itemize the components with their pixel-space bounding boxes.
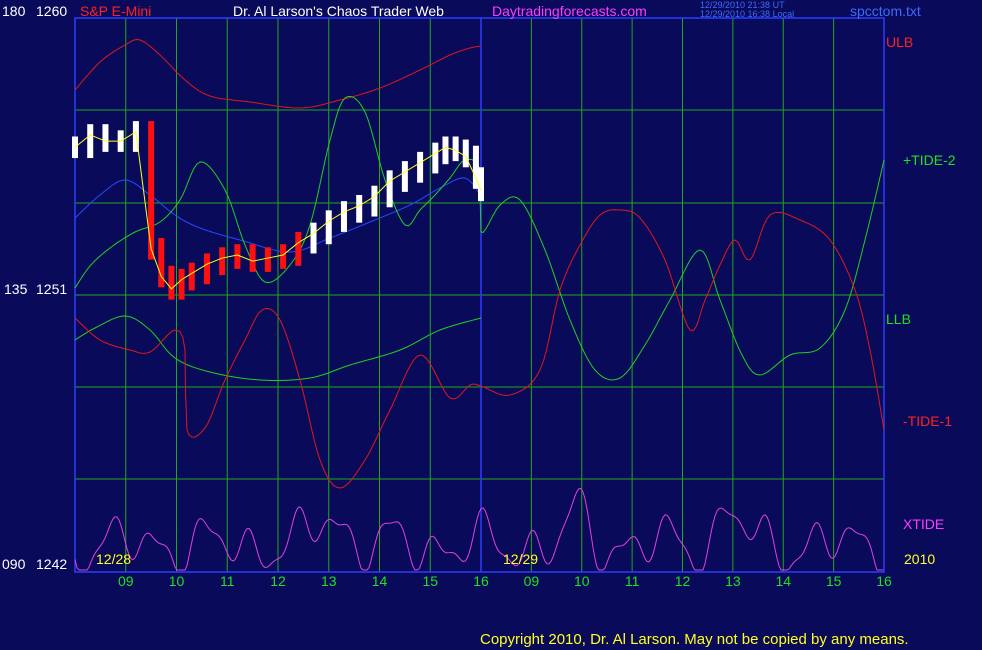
price-bar [102,124,109,152]
website-label: Daytradingforecasts.com [492,3,647,19]
year-label: 2010 [904,551,936,567]
copyright-notice: Copyright 2010, Dr. Al Larson. May not b… [480,631,909,648]
price-bar [148,121,155,260]
llb-label: LLB [886,311,911,327]
price-bar [462,139,469,168]
date-label-day1: 12/28 [96,551,132,567]
y-left-mid-label: 135 [4,281,28,297]
price-bar [87,124,94,159]
price-bar [371,185,378,217]
price-bar [356,194,363,223]
y-left-top-label: 180 [2,3,26,19]
date-label-day2: 12/29 [503,551,539,567]
y-price-mid-label: 1251 [36,281,68,297]
price-bar [401,161,408,192]
y-price-bottom-label: 1242 [36,556,68,572]
price-bar [188,262,195,291]
price-bar [417,151,424,183]
symbol-title: S&P E-Mini [80,3,152,19]
ulb-label: ULB [886,34,914,50]
x-tick-label: 11 [625,573,640,589]
x-tick-label: 12 [675,573,691,589]
price-bar [386,170,393,208]
x-tick-label: 14 [372,573,388,589]
x-tick-label: 16 [876,573,892,589]
chart-title: Dr. Al Larson's Chaos Trader Web [233,3,444,19]
stamp-local: 12/29/2010 16:38 Local [700,9,795,19]
price-bar [452,136,459,162]
chart-background [0,0,982,650]
price-bar [442,136,449,165]
x-tick-label: 10 [169,573,185,589]
x-tick-label: 09 [524,573,540,589]
x-tick-label: 13 [321,573,337,589]
price-bar [280,244,287,269]
x-tick-label: 09 [118,573,134,589]
price-bar [310,222,317,254]
price-bar [219,247,226,275]
price-bar [178,268,185,300]
x-tick-label: 11 [220,573,235,589]
price-bar [340,201,347,232]
chart-canvas: 09 10 11 12 13 14 15 16 09 10 11 12 13 14 15 16 [0,0,982,650]
x-tick-label: 15 [422,573,438,589]
price-bar [234,244,241,269]
filename-label: spcctom.txt [850,3,921,19]
price-bar [158,238,165,288]
x-tick-label: 14 [775,573,791,589]
tide1-label: -TIDE-1 [903,413,952,429]
price-bar [249,244,256,272]
price-bar [203,253,210,285]
price-bar [295,231,302,266]
price-bar [168,265,175,300]
x-tick-label: 12 [270,573,286,589]
xtide-label: XTIDE [903,516,945,532]
price-bar [432,142,439,174]
x-tick-label: 16 [473,573,489,589]
y-price-top-label: 1260 [36,3,68,19]
x-tick-label: 10 [574,573,590,589]
x-tick-label: 15 [826,573,842,589]
y-left-bottom-label: 090 [2,556,26,572]
tide2-label: +TIDE-2 [903,152,956,168]
x-tick-label: 13 [725,573,741,589]
price-bar [264,247,271,272]
price-bar [325,210,332,245]
